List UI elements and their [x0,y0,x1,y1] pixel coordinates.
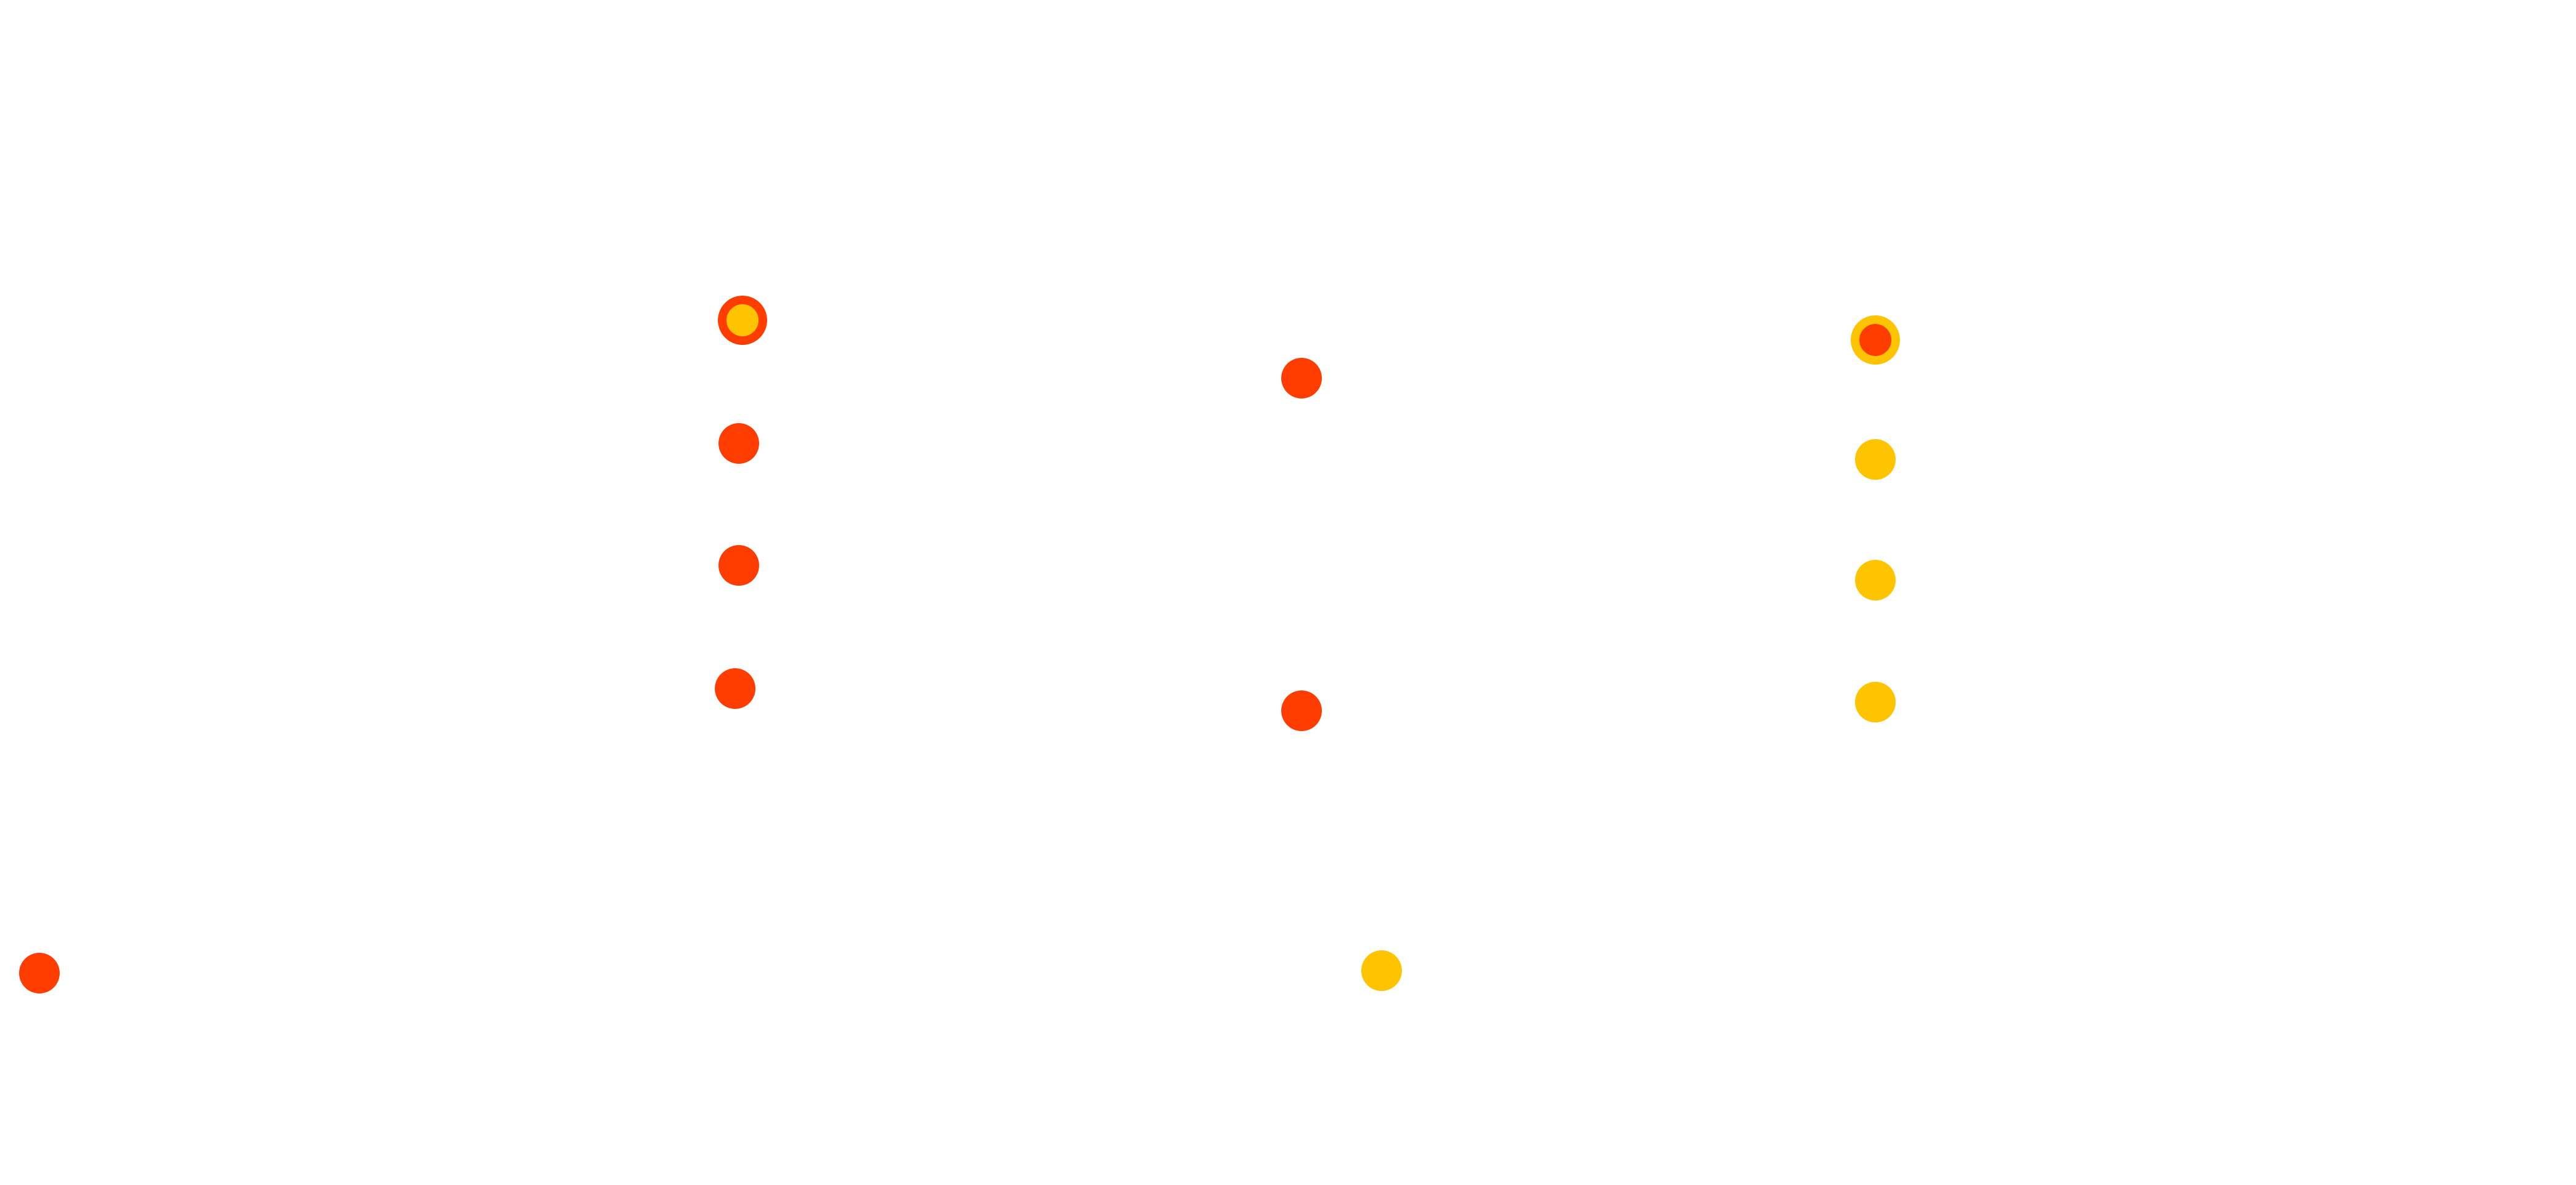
dot-circle [1855,560,1896,601]
dot-circle [1855,439,1896,480]
dot-core [727,304,759,336]
dot-3 [718,423,759,464]
dot-12 [1855,682,1896,722]
dot-7 [1281,690,1322,731]
ringed-dot-9 [1851,315,1900,365]
dot-circle [19,953,60,993]
dot-circle [1361,950,1402,991]
dot-10 [1855,439,1896,480]
dot-core [1859,324,1891,356]
dot-circle [1855,682,1896,722]
background [0,0,2576,1185]
dot-circle [1281,690,1322,731]
dot-circle [715,668,755,709]
dot-circle [718,545,759,586]
dot-circle [1281,358,1322,398]
dot-diagram-canvas [0,0,2576,1185]
dot-5 [715,668,755,709]
dot-8 [1361,950,1402,991]
dot-1 [19,953,60,993]
ringed-dot-2 [718,296,767,345]
dot-6 [1281,358,1322,398]
dot-circle [718,423,759,464]
dot-4 [718,545,759,586]
dot-11 [1855,560,1896,601]
